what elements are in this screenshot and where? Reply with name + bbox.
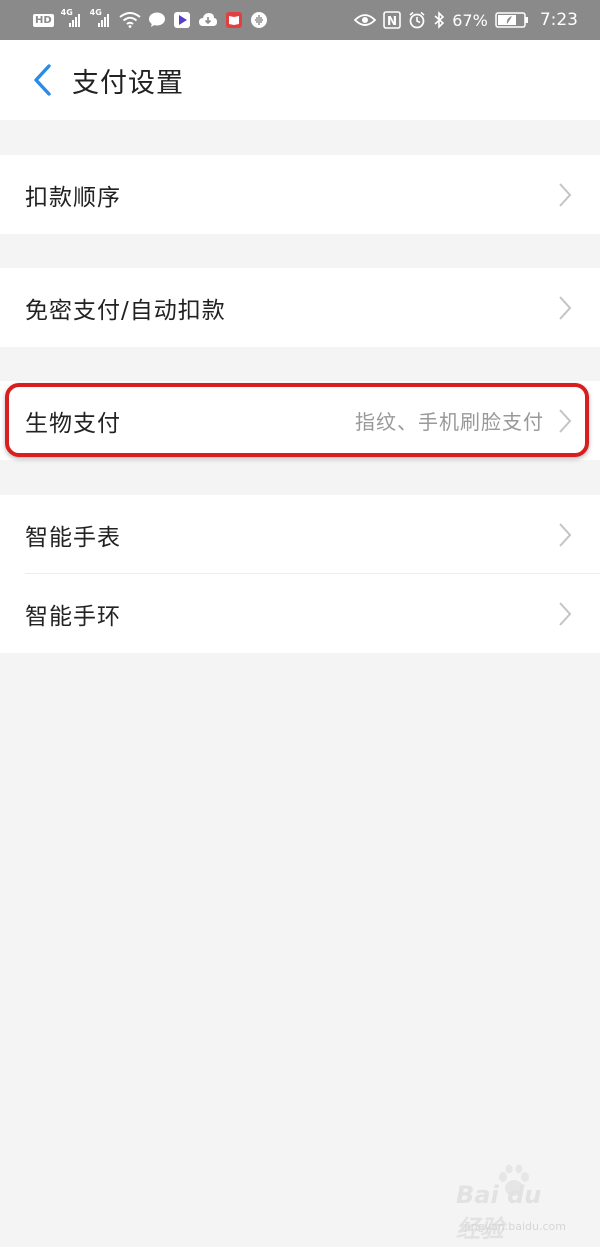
clock-time: 7:23 — [539, 10, 578, 30]
book-app-icon — [225, 11, 243, 29]
setting-row-subtitle: 指纹、手机刷脸支付 — [355, 410, 544, 434]
setting-row-right: 指纹、手机刷脸支付 — [355, 406, 572, 435]
alarm-icon — [408, 11, 426, 29]
setting-row-label: 扣款顺序 — [25, 184, 121, 211]
video-app-icon — [173, 11, 191, 29]
baidu-jingyan-watermark: Bai du 经验 jingyan.baidu.com — [456, 1163, 566, 1243]
wifi-icon — [119, 12, 141, 28]
status-bar-right: N 67% 7:23 — [354, 10, 578, 30]
signal-icon-sim1: 4G — [61, 8, 83, 28]
watermark-brand: Bai du 经验 — [456, 1181, 542, 1243]
battery-icon — [495, 12, 529, 28]
back-button[interactable] — [22, 55, 62, 105]
chevron-right-icon — [558, 182, 572, 208]
chat-bubble-icon — [148, 12, 166, 28]
chevron-right-icon — [558, 601, 572, 627]
setting-row-deduction-order[interactable]: 扣款顺序 — [0, 155, 600, 234]
chevron-right-icon — [558, 522, 572, 548]
status-bar: HD 4G 4G N 67% 7:23 — [0, 0, 600, 40]
setting-row-biometric-payment[interactable]: 生物支付 指纹、手机刷脸支付 — [0, 381, 600, 460]
watermark-url: jingyan.baidu.com — [464, 1220, 566, 1233]
battery-percent: 67% — [452, 10, 488, 30]
status-bar-left: HD 4G 4G — [33, 8, 268, 29]
setting-row-smart-watch[interactable]: 智能手表 — [0, 495, 600, 574]
chevron-right-icon — [558, 295, 572, 321]
network-type-label: 4G — [60, 8, 73, 17]
chevron-right-icon — [558, 408, 572, 434]
settings-group-biometric: 生物支付 指纹、手机刷脸支付 — [0, 381, 600, 460]
setting-row-password-free-payment[interactable]: 免密支付/自动扣款 — [0, 268, 600, 347]
settings-group-deduction-order: 扣款顺序 — [0, 155, 600, 234]
page-title: 支付设置 — [72, 67, 184, 99]
audio-app-icon — [250, 11, 268, 29]
setting-row-label: 智能手环 — [25, 603, 121, 630]
hd-badge: HD — [33, 13, 54, 27]
network-type-label: 4G — [89, 8, 102, 17]
settings-group-wearables: 智能手表 智能手环 — [0, 495, 600, 653]
setting-row-label: 智能手表 — [25, 524, 121, 551]
eye-icon — [354, 12, 377, 28]
chevron-left-icon — [34, 64, 51, 96]
setting-row-label: 免密支付/自动扣款 — [25, 297, 226, 324]
nfc-icon: N — [383, 11, 402, 29]
setting-row-smart-band[interactable]: 智能手环 — [0, 574, 600, 653]
nfc-label: N — [387, 14, 397, 28]
bluetooth-icon — [433, 11, 445, 29]
signal-icon-sim2: 4G — [90, 8, 112, 28]
cloud-download-icon — [198, 12, 218, 28]
settings-group-password-free: 免密支付/自动扣款 — [0, 268, 600, 347]
setting-row-label: 生物支付 — [25, 410, 121, 437]
paw-logo-icon — [499, 1164, 529, 1196]
top-navigation-bar: 支付设置 — [0, 40, 600, 120]
